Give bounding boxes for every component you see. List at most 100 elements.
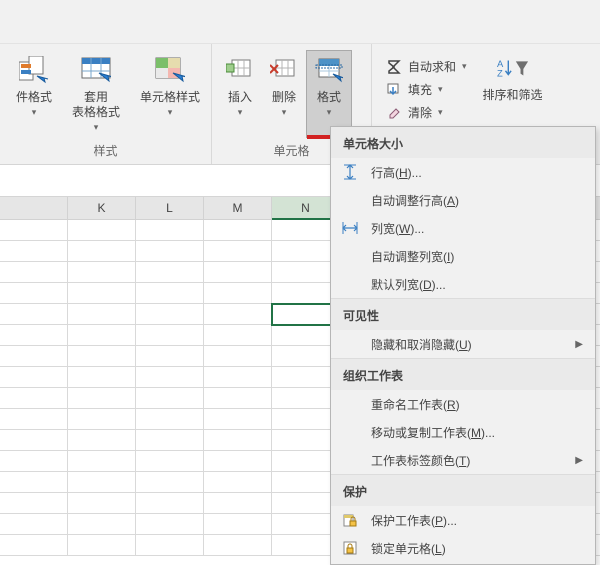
grid-cell[interactable] <box>204 304 272 325</box>
column-header[interactable] <box>0 197 68 220</box>
menu-tab-color[interactable]: 工作表标签颜色(T) ▶ <box>331 446 595 474</box>
fill-label: 填充 <box>408 81 432 98</box>
format-as-table-label: 套用 表格格式 <box>72 90 120 120</box>
menu-column-width[interactable]: 列宽(W)... <box>331 214 595 242</box>
grid-cell[interactable] <box>68 262 136 283</box>
grid-cell[interactable] <box>204 262 272 283</box>
grid-cell[interactable] <box>68 430 136 451</box>
grid-cell[interactable] <box>0 451 68 472</box>
delete-cells-button[interactable]: 删除 ▾ <box>262 50 306 138</box>
column-header[interactable]: K <box>68 197 136 220</box>
cell-styles-button[interactable]: 单元格样式 ▾ <box>130 50 210 138</box>
menu-protect-sheet-label: 保护工作表(P)... <box>371 512 457 529</box>
grid-cell[interactable] <box>0 325 68 346</box>
grid-cell[interactable] <box>136 409 204 430</box>
grid-cell[interactable] <box>0 262 68 283</box>
grid-cell[interactable] <box>0 409 68 430</box>
menu-default-width[interactable]: 默认列宽(D)... <box>331 270 595 298</box>
grid-cell[interactable] <box>204 367 272 388</box>
delete-cells-icon <box>268 54 300 86</box>
grid-cell[interactable] <box>204 241 272 262</box>
grid-cell[interactable] <box>68 325 136 346</box>
conditional-formatting-button[interactable]: 件格式 ▾ <box>6 50 62 138</box>
menu-rename-sheet-label: 重命名工作表(R) <box>371 396 460 413</box>
grid-cell[interactable] <box>136 304 204 325</box>
grid-cell[interactable] <box>136 388 204 409</box>
grid-cell[interactable] <box>0 346 68 367</box>
fill-button[interactable]: 填充 ▾ <box>386 81 467 98</box>
grid-cell[interactable] <box>68 472 136 493</box>
grid-cell[interactable] <box>136 325 204 346</box>
grid-cell[interactable] <box>68 493 136 514</box>
grid-cell[interactable] <box>68 535 136 556</box>
grid-cell[interactable] <box>0 220 68 241</box>
grid-cell[interactable] <box>0 388 68 409</box>
grid-cell[interactable] <box>0 535 68 556</box>
menu-row-height[interactable]: 行高(H)... <box>331 158 595 186</box>
menu-autofit-column-width[interactable]: 自动调整列宽(I) <box>331 242 595 270</box>
menu-autofit-row-height[interactable]: 自动调整行高(A) <box>331 186 595 214</box>
column-header[interactable]: L <box>136 197 204 220</box>
grid-cell[interactable] <box>68 220 136 241</box>
grid-cell[interactable] <box>0 514 68 535</box>
grid-cell[interactable] <box>136 346 204 367</box>
menu-protect-sheet[interactable]: 保护工作表(P)... <box>331 506 595 534</box>
grid-cell[interactable] <box>0 241 68 262</box>
sort-filter-button[interactable]: A Z 排序和筛选 <box>473 48 547 136</box>
grid-cell[interactable] <box>68 304 136 325</box>
insert-cells-button[interactable]: 插入 ▾ <box>218 50 262 138</box>
column-header[interactable]: M <box>204 197 272 220</box>
grid-cell[interactable] <box>136 535 204 556</box>
grid-cell[interactable] <box>204 535 272 556</box>
grid-cell[interactable] <box>68 367 136 388</box>
eraser-icon <box>386 105 402 121</box>
grid-cell[interactable] <box>0 304 68 325</box>
grid-cell[interactable] <box>0 472 68 493</box>
grid-cell[interactable] <box>68 409 136 430</box>
grid-cell[interactable] <box>136 283 204 304</box>
menu-section-visibility: 可见性 <box>331 298 595 330</box>
cell-styles-icon <box>154 54 186 86</box>
grid-cell[interactable] <box>204 346 272 367</box>
grid-cell[interactable] <box>136 451 204 472</box>
grid-cell[interactable] <box>0 493 68 514</box>
grid-cell[interactable] <box>204 514 272 535</box>
grid-cell[interactable] <box>0 367 68 388</box>
menu-hide-unhide[interactable]: 隐藏和取消隐藏(U) ▶ <box>331 330 595 358</box>
grid-cell[interactable] <box>204 472 272 493</box>
grid-cell[interactable] <box>204 325 272 346</box>
format-as-table-button[interactable]: 套用 表格格式 ▾ <box>62 50 130 138</box>
grid-cell[interactable] <box>204 493 272 514</box>
menu-lock-cell[interactable]: 锁定单元格(L) <box>331 534 595 562</box>
grid-cell[interactable] <box>136 430 204 451</box>
grid-cell[interactable] <box>68 388 136 409</box>
grid-cell[interactable] <box>136 472 204 493</box>
clear-button[interactable]: 清除 ▾ <box>386 104 467 121</box>
grid-cell[interactable] <box>136 220 204 241</box>
grid-cell[interactable] <box>68 451 136 472</box>
grid-cell[interactable] <box>68 241 136 262</box>
fill-down-icon <box>386 82 402 98</box>
grid-cell[interactable] <box>204 283 272 304</box>
grid-cell[interactable] <box>204 388 272 409</box>
grid-cell[interactable] <box>204 430 272 451</box>
grid-cell[interactable] <box>204 220 272 241</box>
grid-cell[interactable] <box>68 346 136 367</box>
chevron-down-icon: ▾ <box>462 61 467 72</box>
grid-cell[interactable] <box>0 430 68 451</box>
format-cells-button[interactable]: 格式 ▾ <box>306 50 352 138</box>
grid-cell[interactable] <box>68 283 136 304</box>
grid-cell[interactable] <box>136 241 204 262</box>
grid-cell[interactable] <box>204 409 272 430</box>
grid-cell[interactable] <box>136 262 204 283</box>
grid-cell[interactable] <box>136 514 204 535</box>
grid-cell[interactable] <box>68 514 136 535</box>
menu-section-organize: 组织工作表 <box>331 358 595 390</box>
grid-cell[interactable] <box>0 283 68 304</box>
menu-move-copy-sheet[interactable]: 移动或复制工作表(M)... <box>331 418 595 446</box>
grid-cell[interactable] <box>136 367 204 388</box>
autosum-button[interactable]: 自动求和 ▾ <box>386 58 467 75</box>
grid-cell[interactable] <box>204 451 272 472</box>
menu-rename-sheet[interactable]: 重命名工作表(R) <box>331 390 595 418</box>
grid-cell[interactable] <box>136 493 204 514</box>
